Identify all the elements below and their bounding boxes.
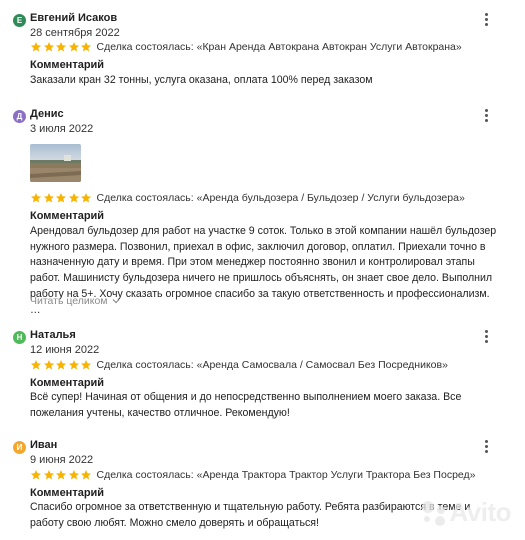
rating-stars bbox=[30, 41, 93, 53]
rating-row: Сделка состоялась: «Аренда Самосвала / С… bbox=[30, 358, 448, 372]
more-options-icon[interactable] bbox=[479, 439, 493, 455]
star-icon bbox=[31, 193, 41, 203]
reviewer-name[interactable]: Наталья bbox=[30, 329, 76, 341]
star-icon bbox=[31, 360, 41, 370]
star-icon bbox=[68, 193, 79, 203]
avatar[interactable]: И bbox=[13, 441, 26, 454]
field-photo-image bbox=[30, 144, 81, 182]
rating-stars bbox=[30, 469, 93, 481]
reviewer-name[interactable]: Денис bbox=[30, 108, 64, 120]
reviewer-name[interactable]: Иван bbox=[30, 439, 57, 451]
star-icon bbox=[68, 470, 79, 480]
rating-stars bbox=[30, 359, 93, 371]
comment-text: Всё супер! Начиная от общения и до непос… bbox=[30, 391, 462, 419]
avito-wordmark: Avito bbox=[449, 497, 511, 527]
comment-title: Комментарий bbox=[30, 59, 105, 71]
star-icon bbox=[81, 360, 91, 370]
deal-description: Сделка состоялась: «Аренда бульдозера / … bbox=[96, 192, 465, 204]
read-more-link[interactable]: Читать целиком bbox=[30, 295, 120, 307]
star-icon bbox=[56, 470, 66, 480]
deal-description: Сделка состоялась: «Аренда Трактора Трак… bbox=[96, 469, 476, 481]
star-icon bbox=[68, 42, 79, 52]
avito-watermark: Avito bbox=[419, 497, 511, 528]
rating-stars bbox=[30, 192, 93, 204]
more-options-icon[interactable] bbox=[479, 108, 493, 124]
star-icon bbox=[43, 42, 54, 52]
star-icon bbox=[81, 193, 91, 203]
deal-description: Сделка состоялась: «Аренда Самосвала / С… bbox=[96, 359, 448, 371]
read-more-label: Читать целиком bbox=[30, 295, 108, 307]
comment-text: Заказали кран 32 тонны, услуга оказана, … bbox=[30, 74, 373, 86]
more-options-icon[interactable] bbox=[479, 12, 493, 28]
rating-row: Сделка состоялась: «Кран Аренда Автокран… bbox=[30, 40, 462, 54]
review-date: 12 июня 2022 bbox=[30, 344, 100, 356]
reviewer-name[interactable]: Евгений Исаков bbox=[30, 12, 117, 24]
more-options-icon[interactable] bbox=[479, 329, 493, 345]
review-date: 9 июня 2022 bbox=[30, 454, 94, 466]
star-icon bbox=[68, 360, 79, 370]
review-photo[interactable] bbox=[30, 144, 81, 182]
star-icon bbox=[31, 42, 41, 52]
star-icon bbox=[43, 470, 54, 480]
star-icon bbox=[81, 470, 91, 480]
avatar[interactable]: Н bbox=[13, 331, 26, 344]
comment-title: Комментарий bbox=[30, 210, 105, 222]
star-icon bbox=[31, 470, 41, 480]
comment-title: Комментарий bbox=[30, 377, 105, 389]
star-icon bbox=[43, 193, 54, 203]
rating-row: Сделка состоялась: «Аренда Трактора Трак… bbox=[30, 468, 475, 482]
rating-row: Сделка состоялась: «Аренда бульдозера / … bbox=[30, 191, 465, 205]
star-icon bbox=[43, 360, 54, 370]
chevron-down-icon bbox=[113, 299, 120, 304]
avito-logo-icon bbox=[422, 500, 446, 526]
avatar[interactable]: Д bbox=[13, 110, 26, 123]
review-date: 28 сентября 2022 bbox=[30, 27, 120, 39]
star-icon bbox=[56, 360, 66, 370]
review-date: 3 июля 2022 bbox=[30, 123, 94, 135]
star-icon bbox=[81, 42, 91, 52]
star-icon bbox=[56, 193, 66, 203]
comment-title: Комментарий bbox=[30, 487, 105, 499]
avatar[interactable]: Е bbox=[13, 14, 26, 27]
star-icon bbox=[56, 42, 66, 52]
deal-description: Сделка состоялась: «Кран Аренда Автокран… bbox=[96, 41, 462, 53]
